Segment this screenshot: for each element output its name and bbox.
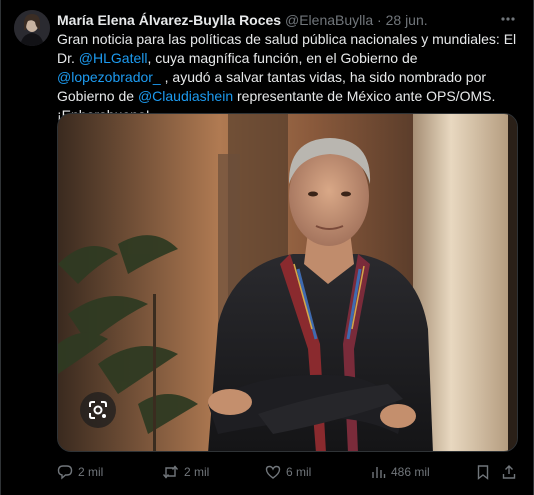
author-handle[interactable]: @ElenaBuylla <box>285 12 373 28</box>
tweet-text: Gran noticia para las políticas de salud… <box>57 30 519 125</box>
tweet-header: María Elena Álvarez-Buylla Roces @ElenaB… <box>57 11 493 29</box>
repost-button[interactable]: 2 mil <box>162 462 209 482</box>
tweet-date[interactable]: 28 jun. <box>386 12 428 28</box>
repost-icon <box>162 465 179 479</box>
views-button[interactable]: 486 mil <box>370 462 430 482</box>
share-icon <box>502 465 516 479</box>
text-part: , cuya magnífica función, en el Gobierno… <box>147 50 418 66</box>
reply-icon <box>57 465 73 480</box>
mention-lopezobrador[interactable]: @lopezobrador_ <box>57 69 161 85</box>
views-count: 486 mil <box>391 465 430 479</box>
author-name[interactable]: María Elena Álvarez-Buylla Roces <box>57 12 281 28</box>
mention-claudiashein[interactable]: @Claudiashein <box>138 88 233 104</box>
like-button[interactable]: 6 mil <box>265 462 311 482</box>
reply-button[interactable]: 2 mil <box>57 462 103 482</box>
avatar[interactable] <box>14 10 50 46</box>
bookmark-button[interactable] <box>475 462 491 482</box>
tweet-card: María Elena Álvarez-Buylla Roces @ElenaB… <box>0 0 534 495</box>
tweet-actions: 2 mil 2 mil 6 mil 486 mil <box>57 462 521 482</box>
separator-dot: · <box>377 12 382 28</box>
views-chart-icon <box>372 467 386 478</box>
google-lens-icon[interactable] <box>80 392 116 428</box>
bookmark-icon <box>477 465 489 480</box>
repost-count: 2 mil <box>184 465 210 479</box>
more-icon[interactable] <box>497 10 519 30</box>
tweet-photo[interactable] <box>57 113 518 452</box>
reply-count: 2 mil <box>78 465 104 479</box>
heart-icon <box>265 465 281 479</box>
share-button[interactable] <box>501 462 517 482</box>
mention-hlgatell[interactable]: @HLGatell <box>79 50 148 66</box>
like-count: 6 mil <box>286 465 312 479</box>
